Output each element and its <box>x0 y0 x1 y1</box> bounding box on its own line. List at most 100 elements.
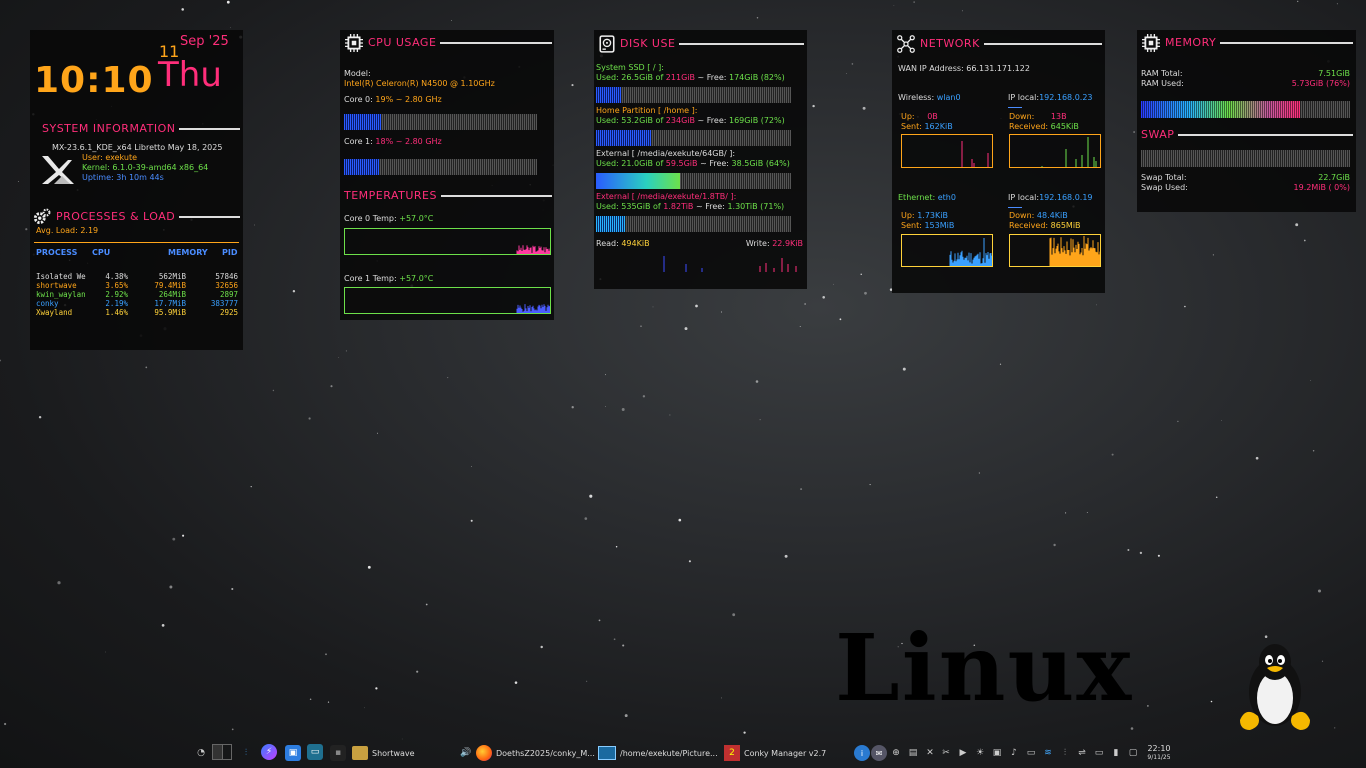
updates-icon[interactable]: ⊕ <box>888 745 904 761</box>
star <box>345 350 347 352</box>
star <box>0 359 2 362</box>
screenshot-icon[interactable]: ▣ <box>989 745 1005 761</box>
usb-icon[interactable]: ⇌ <box>1074 745 1090 761</box>
star <box>678 518 682 522</box>
info-icon[interactable]: i <box>854 745 870 761</box>
star <box>812 104 815 108</box>
swap-used-pct: ( 0%) <box>1328 183 1350 192</box>
pager-widget[interactable] <box>212 744 232 760</box>
wifi-tray-icon[interactable]: ≋ <box>1040 745 1056 761</box>
star <box>862 106 866 110</box>
star <box>584 517 588 520</box>
battery-icon[interactable]: ▮ <box>1108 745 1124 761</box>
process-row: shortwave 3.65% 79.4MiB 32656 <box>36 281 238 290</box>
disk-entry: External [ /media/exekute/1.8TB/ ]: Used:… <box>596 192 804 235</box>
ram-total-label: RAM Total: <box>1141 69 1183 78</box>
star <box>330 385 333 388</box>
process-cpu: 2.19% <box>105 299 128 308</box>
core1-usage-fill <box>344 159 379 175</box>
clipboard-icon[interactable]: ▤ <box>905 745 921 761</box>
swap-title: SWAP <box>1141 128 1175 141</box>
star <box>1130 727 1134 730</box>
swap-usage-bar <box>1141 150 1350 167</box>
disk-usage-fill <box>596 130 651 146</box>
header-cpu: CPU <box>92 248 111 257</box>
disk-of-label: of <box>653 116 666 125</box>
star <box>231 587 234 591</box>
star <box>451 20 452 21</box>
process-row: kwin_waylan 2.92% 264MiB 2897 <box>36 290 238 299</box>
cpu-chip-icon <box>345 34 363 52</box>
conky-disk-panel: DISK USE System SSD [ / ]: Used: 26.5GiB … <box>594 30 807 289</box>
wan-ip: WAN IP Address: 66.131.171.122 <box>898 64 1030 73</box>
star <box>743 731 746 734</box>
disk-usage-fill <box>596 216 626 232</box>
star <box>869 484 871 486</box>
disk-used-label: Used: <box>596 73 622 82</box>
store-bag-icon[interactable]: ▣ <box>285 745 301 761</box>
ram-used-row: RAM Used: 5.73GiB (76%) <box>1141 79 1350 89</box>
dashboard-launcher-icon[interactable]: ◔ <box>193 745 209 761</box>
bluetooth-off-icon[interactable]: ✕ <box>922 745 938 761</box>
temp0-value: +57.0°C <box>399 214 434 223</box>
wireless-up-line: Up: 0B <box>901 112 938 122</box>
star <box>1147 705 1149 707</box>
process-name: Xwayland <box>36 308 73 317</box>
process-mem: 79.4MiB <box>154 281 186 290</box>
task-shortwave[interactable]: Shortwave <box>352 744 415 762</box>
disk-usage-fill <box>596 173 680 189</box>
disk-usage-line: Used: 21.0GiB of 59.5GiB ~ Free: 38.5GiB… <box>596 159 804 169</box>
disk-read-label: Read: <box>596 239 619 248</box>
core1-temp-graph <box>344 287 551 314</box>
star <box>913 1 915 3</box>
star <box>1111 453 1114 456</box>
task-conky-manager[interactable]: 2 Conky Manager v2.7 <box>724 744 826 762</box>
star <box>621 408 625 411</box>
disk-free: 1.30TiB (71%) <box>727 202 785 211</box>
process-row: Xwayland 1.46% 95.9MiB 2925 <box>36 308 238 317</box>
volume-tray-icon[interactable]: ♪ <box>1006 745 1022 761</box>
ethernet-ip-label: IP local: <box>1008 193 1040 202</box>
messenger-icon[interactable]: ⚡ <box>261 744 277 760</box>
star <box>425 603 428 606</box>
star <box>1321 660 1324 662</box>
wireless-sent-label: Sent: <box>901 122 922 131</box>
media-play-icon[interactable]: ▶ <box>955 745 971 761</box>
notifications-icon[interactable]: ▢ <box>1125 745 1141 761</box>
volume-icon[interactable]: 🔊 <box>458 745 474 761</box>
star <box>851 63 854 65</box>
task-dolphin[interactable]: /home/exekute/Picture... <box>598 744 718 762</box>
process-cpu: 1.46% <box>105 308 128 317</box>
network-tray-icon[interactable]: ▭ <box>1023 745 1039 761</box>
star <box>1317 589 1322 593</box>
disk-free: 38.5GiB (64%) <box>731 159 790 168</box>
mixer-sliders-icon[interactable]: ⫶ <box>238 745 254 761</box>
equalizer-icon[interactable]: ⫶ <box>1057 745 1073 761</box>
display-icon[interactable]: ▭ <box>1091 745 1107 761</box>
process-name: shortwave <box>36 281 77 290</box>
process-row: conky 2.19% 17.7MiB 383777 <box>36 299 238 308</box>
clock-month-year: Sep '25 <box>180 34 229 49</box>
task-firefox[interactable]: DoethsZ2025/conky_M... <box>476 744 595 762</box>
taskbar-date: 9/11/25 <box>1147 753 1171 761</box>
disk-title: DISK USE <box>620 37 676 51</box>
star <box>589 494 593 498</box>
star <box>1255 456 1259 460</box>
star <box>1334 727 1336 729</box>
process-pid: 2925 <box>219 308 238 317</box>
sysinfo-header: SYSTEM INFORMATION <box>42 122 240 136</box>
disk-header: DISK USE <box>598 34 804 54</box>
process-mem: 95.9MiB <box>154 308 186 317</box>
ethernet-up-label: Up: <box>901 211 915 220</box>
scissors-icon[interactable]: ✂ <box>938 745 954 761</box>
star <box>250 486 252 488</box>
swap-total: 22.7GiB <box>1318 173 1350 182</box>
monitor-app-icon[interactable]: ▭ <box>307 744 323 760</box>
messenger-tray-icon[interactable]: ✉ <box>871 745 887 761</box>
wireless-sent: 162KiB <box>924 122 953 131</box>
taskbar-clock[interactable]: 22:10 9/11/25 <box>1142 744 1176 761</box>
ethernet-iface: eth0 <box>937 193 956 202</box>
star <box>1220 420 1222 422</box>
brightness-icon[interactable]: ☀ <box>972 745 988 761</box>
terminal-app-icon[interactable]: ▪ <box>330 745 346 761</box>
